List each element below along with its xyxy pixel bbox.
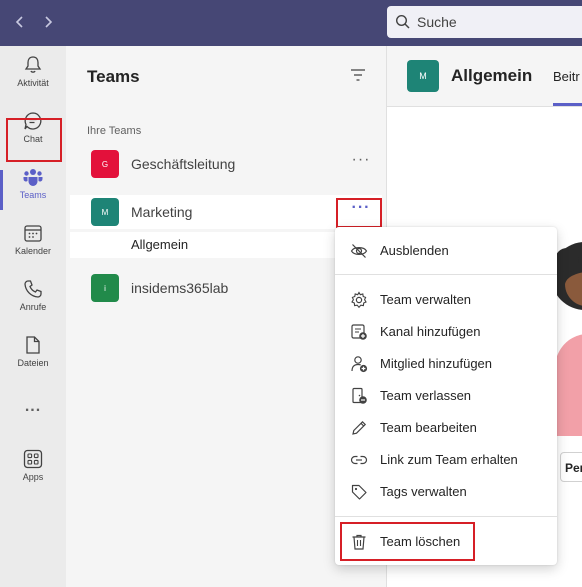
forward-arrow-icon[interactable] xyxy=(38,12,58,32)
team-name: Geschäftsleitung xyxy=(131,156,236,172)
menu-divider xyxy=(335,516,557,517)
section-label: Ihre Teams xyxy=(87,125,142,137)
rail-label-files: Dateien xyxy=(17,358,49,368)
menu-divider xyxy=(335,274,557,275)
phone-icon xyxy=(24,280,42,298)
menu-label: Link zum Team erhalten xyxy=(380,452,518,467)
menu-label: Mitglied hinzufügen xyxy=(380,356,493,371)
more-options-icon[interactable]: ··· xyxy=(350,152,372,173)
add-person-icon xyxy=(351,356,368,373)
menu-item-manage-team[interactable]: Team verwalten xyxy=(335,284,557,316)
menu-item-get-link[interactable]: Link zum Team erhalten xyxy=(335,444,557,476)
menu-item-leave-team[interactable]: Team verlassen xyxy=(335,380,557,412)
tab-posts[interactable]: Beitr xyxy=(553,69,580,84)
channel-header: M Allgemein Beitr xyxy=(387,46,582,107)
rail-label-teams: Teams xyxy=(19,190,47,200)
eye-off-icon xyxy=(350,244,368,258)
bell-icon xyxy=(24,56,42,73)
menu-label: Team verwalten xyxy=(380,292,472,307)
channel-title: Allgemein xyxy=(451,66,533,85)
add-channel-icon xyxy=(351,324,367,340)
rail-more-button[interactable]: ... xyxy=(0,398,66,418)
rail-item-calendar[interactable]: Kalender xyxy=(0,222,66,270)
pencil-icon xyxy=(352,420,367,435)
tab-underline xyxy=(553,103,582,106)
rail-item-apps[interactable]: Apps xyxy=(0,448,66,496)
menu-item-edit-team[interactable]: Team bearbeiten xyxy=(335,412,557,444)
team-name: Marketing xyxy=(131,204,193,220)
menu-label: Kanal hinzufügen xyxy=(380,324,481,339)
active-indicator xyxy=(0,170,3,210)
rail-label-activity: Aktivität xyxy=(17,78,49,88)
calendar-icon xyxy=(24,225,42,242)
search-input[interactable]: Suche xyxy=(387,6,582,38)
rail-item-calls[interactable]: Anrufe xyxy=(0,278,66,326)
team-avatar: G xyxy=(91,150,119,178)
menu-item-hide[interactable]: Ausblenden xyxy=(335,235,557,267)
delete-highlight-frame xyxy=(340,522,475,561)
menu-label: Team verlassen xyxy=(380,388,472,403)
link-icon xyxy=(350,455,368,465)
more-options-highlight-frame xyxy=(336,198,382,228)
more-dots-icon: ... xyxy=(24,398,42,415)
rail-item-files[interactable]: Dateien xyxy=(0,334,66,382)
menu-item-add-member[interactable]: Mitglied hinzufügen xyxy=(335,348,557,380)
file-icon xyxy=(26,336,40,354)
filter-icon[interactable] xyxy=(350,68,366,87)
rail-item-activity[interactable]: Aktivität xyxy=(0,54,66,102)
teams-highlight-frame xyxy=(6,118,62,162)
menu-label: Tags verwalten xyxy=(380,484,467,499)
menu-label: Team bearbeiten xyxy=(380,420,477,435)
teams-icon xyxy=(23,169,43,186)
menu-item-manage-tags[interactable]: Tags verwalten xyxy=(335,476,557,508)
team-avatar: i xyxy=(91,274,119,302)
apps-icon xyxy=(23,449,43,469)
rail-label-calendar: Kalender xyxy=(14,246,52,256)
rail-label-apps: Apps xyxy=(22,472,44,482)
team-name: insidems365lab xyxy=(131,280,229,296)
title-bar: Suche xyxy=(0,0,582,46)
back-arrow-icon[interactable] xyxy=(10,12,30,32)
search-icon xyxy=(395,14,410,29)
channel-avatar: M xyxy=(407,60,439,92)
rail-item-teams[interactable]: Teams xyxy=(0,166,66,214)
partial-button[interactable]: Per xyxy=(560,452,582,482)
panel-title: Teams xyxy=(87,67,140,86)
team-context-menu: Ausblenden Team verwalten Kanal hinzufüg… xyxy=(335,227,557,565)
gear-icon xyxy=(351,291,367,309)
menu-item-add-channel[interactable]: Kanal hinzufügen xyxy=(335,316,557,348)
leave-icon xyxy=(352,387,367,404)
team-row-geschaeftsleitung[interactable]: G Geschäftsleitung ··· xyxy=(70,147,382,181)
search-placeholder: Suche xyxy=(417,14,457,30)
channel-name: Allgemein xyxy=(131,237,189,252)
rail-label-calls: Anrufe xyxy=(19,302,47,312)
tag-icon xyxy=(351,484,367,500)
team-avatar: M xyxy=(91,198,119,226)
menu-label: Ausblenden xyxy=(380,243,449,258)
